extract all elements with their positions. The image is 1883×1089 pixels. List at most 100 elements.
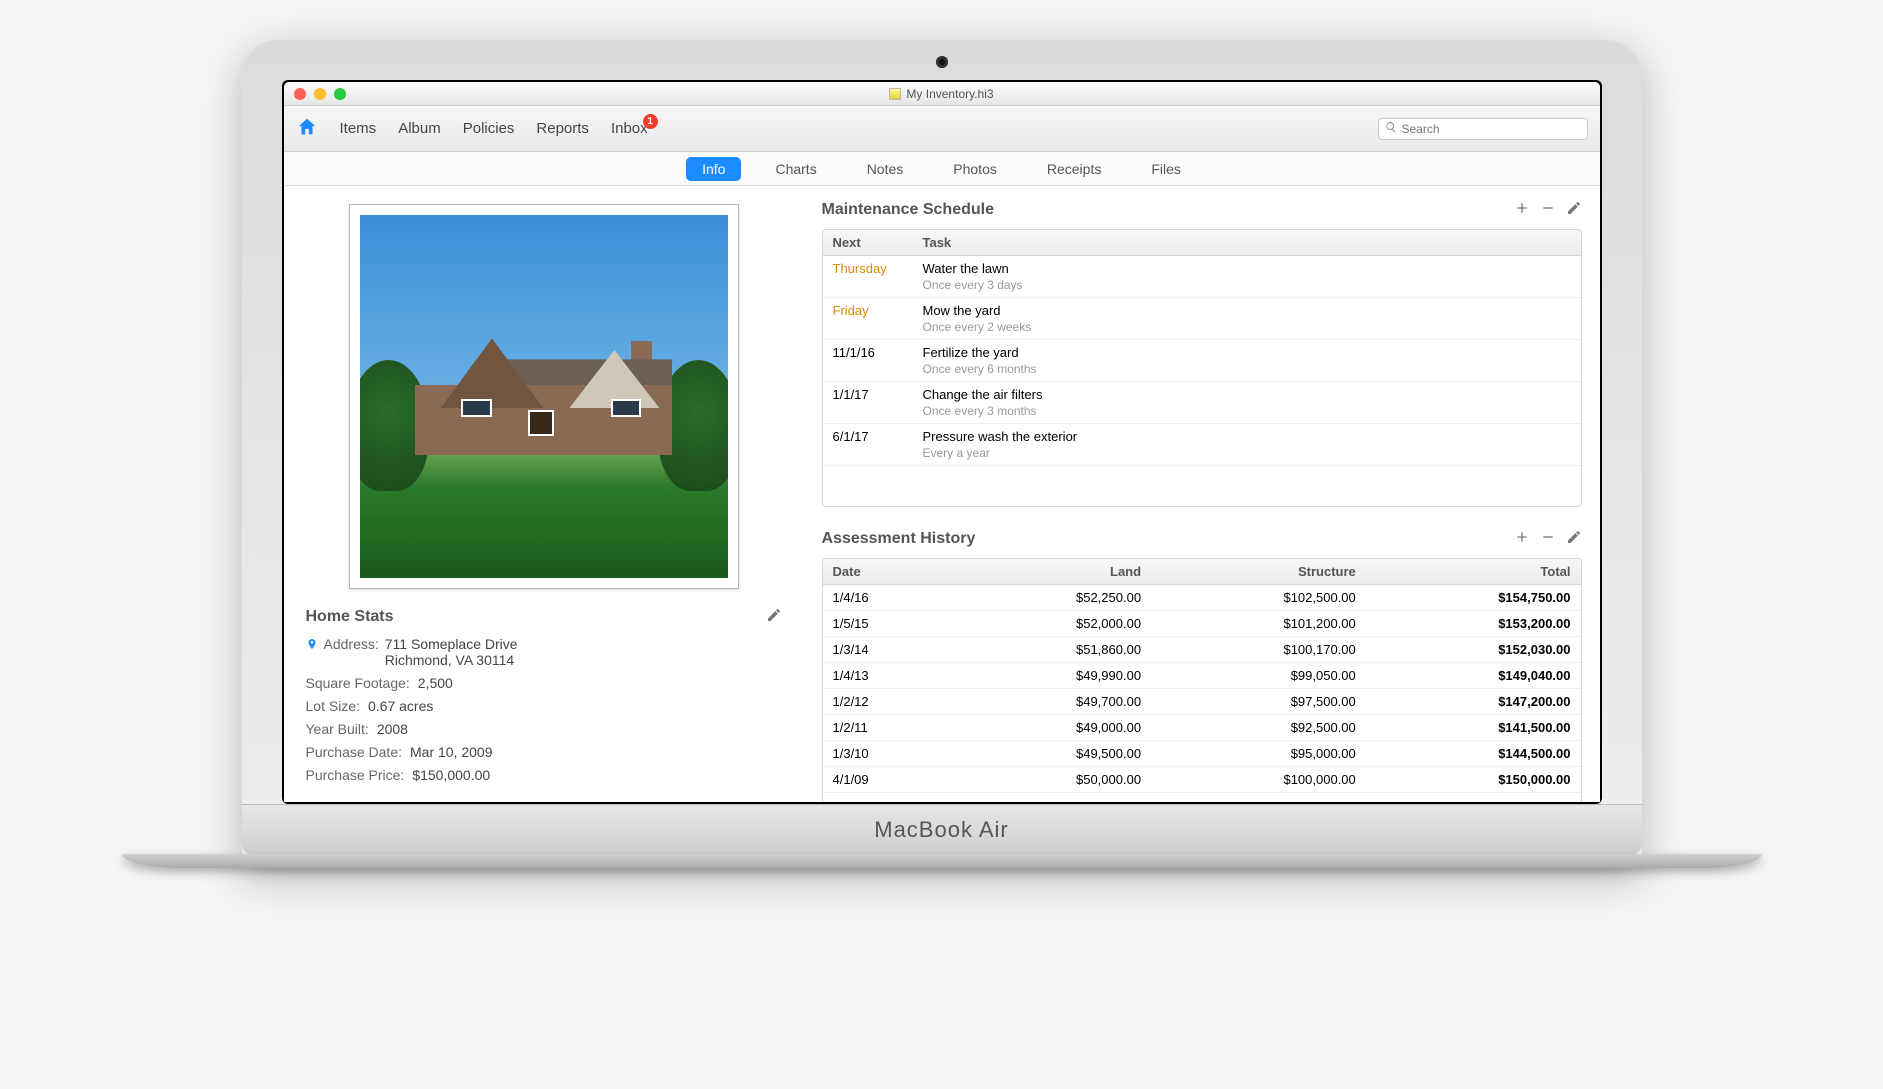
maintenance-next: 6/1/17 — [823, 424, 913, 466]
maintenance-add-button[interactable] — [1514, 200, 1530, 219]
assessment-structure: $99,050.00 — [1151, 663, 1366, 689]
assessment-total: $144,500.00 — [1366, 741, 1581, 767]
year-value: 2008 — [377, 721, 408, 737]
assessment-structure: $95,000.00 — [1151, 741, 1366, 767]
assessment-row[interactable]: 1/3/10$49,500.00$95,000.00$144,500.00 — [823, 741, 1581, 767]
purchase-date-value: Mar 10, 2009 — [410, 744, 493, 760]
assessment-row[interactable]: 1/2/12$49,700.00$97,500.00$147,200.00 — [823, 689, 1581, 715]
window-close-button[interactable] — [294, 88, 306, 100]
assessment-land: $49,500.00 — [953, 741, 1151, 767]
toolbar-reports[interactable]: Reports — [536, 120, 589, 137]
maintenance-row[interactable]: 1/1/17 Change the air filters Once every 3… — [823, 382, 1581, 424]
col-next: Next — [823, 230, 913, 256]
tab-photos[interactable]: Photos — [937, 157, 1013, 181]
lot-label: Lot Size: — [306, 698, 360, 714]
assessment-row[interactable]: 1/4/13$49,990.00$99,050.00$149,040.00 — [823, 663, 1581, 689]
maintenance-task: Change the air filters — [923, 387, 1571, 402]
maintenance-edit-button[interactable] — [1566, 200, 1582, 219]
home-icon[interactable] — [296, 116, 318, 141]
assessment-remove-button[interactable] — [1540, 529, 1556, 548]
toolbar-inbox[interactable]: Inbox 1 — [611, 120, 648, 137]
assessment-row[interactable]: 1/2/11$49,000.00$92,500.00$141,500.00 — [823, 715, 1581, 741]
col-structure: Structure — [1151, 559, 1366, 585]
assessment-date: 1/2/12 — [823, 689, 954, 715]
assessment-structure: $100,170.00 — [1151, 637, 1366, 663]
app-window: My Inventory.hi3 Items Album Policies Re… — [284, 82, 1600, 802]
inbox-badge: 1 — [643, 114, 658, 129]
assessment-structure: $97,500.00 — [1151, 689, 1366, 715]
assessment-date: 4/1/09 — [823, 767, 954, 793]
assessment-row[interactable]: 1/4/16$52,250.00$102,500.00$154,750.00 — [823, 585, 1581, 611]
titlebar: My Inventory.hi3 — [284, 82, 1600, 106]
maintenance-table: Next Task ThursdayWater the lawnOnce eve… — [822, 229, 1582, 507]
sqft-value: 2,500 — [418, 675, 453, 691]
assessment-land: $49,990.00 — [953, 663, 1151, 689]
detail-tabbar: Info Charts Notes Photos Receipts Files — [284, 152, 1600, 186]
assessment-total: $150,000.00 — [1366, 767, 1581, 793]
main-toolbar: Items Album Policies Reports Inbox 1 — [284, 106, 1600, 152]
assessment-total: $154,750.00 — [1366, 585, 1581, 611]
col-total: Total — [1366, 559, 1581, 585]
lot-value: 0.67 acres — [368, 698, 433, 714]
window-minimize-button[interactable] — [314, 88, 326, 100]
edit-home-stats-button[interactable] — [766, 607, 782, 626]
maintenance-heading: Maintenance Schedule — [822, 201, 995, 219]
assessment-date: 1/4/13 — [823, 663, 954, 689]
toolbar-policies[interactable]: Policies — [463, 120, 515, 137]
assessment-row[interactable]: 4/1/09$50,000.00$100,000.00$150,000.00 — [823, 767, 1581, 793]
assessment-date: 1/5/15 — [823, 611, 954, 637]
maintenance-task: Mow the yard — [923, 303, 1571, 318]
assessment-total: $152,030.00 — [1366, 637, 1581, 663]
assessment-row[interactable]: 1/3/14$51,860.00$100,170.00$152,030.00 — [823, 637, 1581, 663]
tab-files[interactable]: Files — [1135, 157, 1197, 181]
toolbar-items[interactable]: Items — [340, 120, 377, 137]
assessment-add-button[interactable] — [1514, 529, 1530, 548]
assessment-structure: $92,500.00 — [1151, 715, 1366, 741]
document-icon — [889, 88, 901, 100]
maintenance-frequency: Once every 6 months — [923, 362, 1571, 376]
maintenance-row[interactable]: Friday Mow the yard Once every 2 weeks — [823, 298, 1581, 340]
col-task: Task — [913, 230, 1581, 256]
assessment-table: Date Land Structure Total 1/4/16$52,250.… — [822, 558, 1582, 802]
assessment-total: $153,200.00 — [1366, 611, 1581, 637]
tab-info[interactable]: Info — [686, 157, 741, 181]
purchase-date-label: Purchase Date: — [306, 744, 403, 760]
year-label: Year Built: — [306, 721, 369, 737]
search-input[interactable] — [1402, 122, 1581, 136]
assessment-date: 1/3/10 — [823, 741, 954, 767]
assessment-row[interactable]: 1/5/15$52,000.00$101,200.00$153,200.00 — [823, 611, 1581, 637]
assessment-land: $52,000.00 — [953, 611, 1151, 637]
sqft-label: Square Footage: — [306, 675, 410, 691]
assessment-land: $49,700.00 — [953, 689, 1151, 715]
assessment-edit-button[interactable] — [1566, 529, 1582, 548]
tab-notes[interactable]: Notes — [851, 157, 920, 181]
maintenance-next: Thursday — [823, 256, 913, 298]
map-pin-icon[interactable] — [306, 636, 318, 655]
maintenance-next: 1/1/17 — [823, 382, 913, 424]
assessment-date: 1/2/11 — [823, 715, 954, 741]
home-stats-heading: Home Stats — [306, 608, 394, 626]
maintenance-frequency: Once every 2 weeks — [923, 320, 1571, 334]
search-icon — [1385, 121, 1397, 136]
maintenance-row[interactable]: 6/1/17Pressure wash the exteriorEvery a … — [823, 424, 1581, 466]
maintenance-task: Fertilize the yard — [923, 345, 1571, 360]
purchase-price-value: $150,000.00 — [412, 767, 490, 783]
window-zoom-button[interactable] — [334, 88, 346, 100]
home-photo — [349, 204, 739, 589]
address-line1: 711 Someplace Drive — [385, 636, 518, 652]
search-box[interactable] — [1378, 118, 1588, 140]
maintenance-row[interactable]: ThursdayWater the lawnOnce every 3 days — [823, 256, 1581, 298]
maintenance-remove-button[interactable] — [1540, 200, 1556, 219]
window-title: My Inventory.hi3 — [906, 87, 993, 101]
maintenance-row[interactable]: 11/1/16Fertilize the yardOnce every 6 mo… — [823, 340, 1581, 382]
tab-charts[interactable]: Charts — [759, 157, 832, 181]
address-line2: Richmond, VA 30114 — [385, 652, 518, 668]
maintenance-next: Friday — [823, 298, 913, 340]
maintenance-frequency: Every a year — [923, 446, 1571, 460]
assessment-structure: $100,000.00 — [1151, 767, 1366, 793]
assessment-land: $51,860.00 — [953, 637, 1151, 663]
assessment-date: 1/4/16 — [823, 585, 954, 611]
toolbar-album[interactable]: Album — [398, 120, 441, 137]
maintenance-frequency: Once every 3 months — [923, 404, 1571, 418]
tab-receipts[interactable]: Receipts — [1031, 157, 1117, 181]
